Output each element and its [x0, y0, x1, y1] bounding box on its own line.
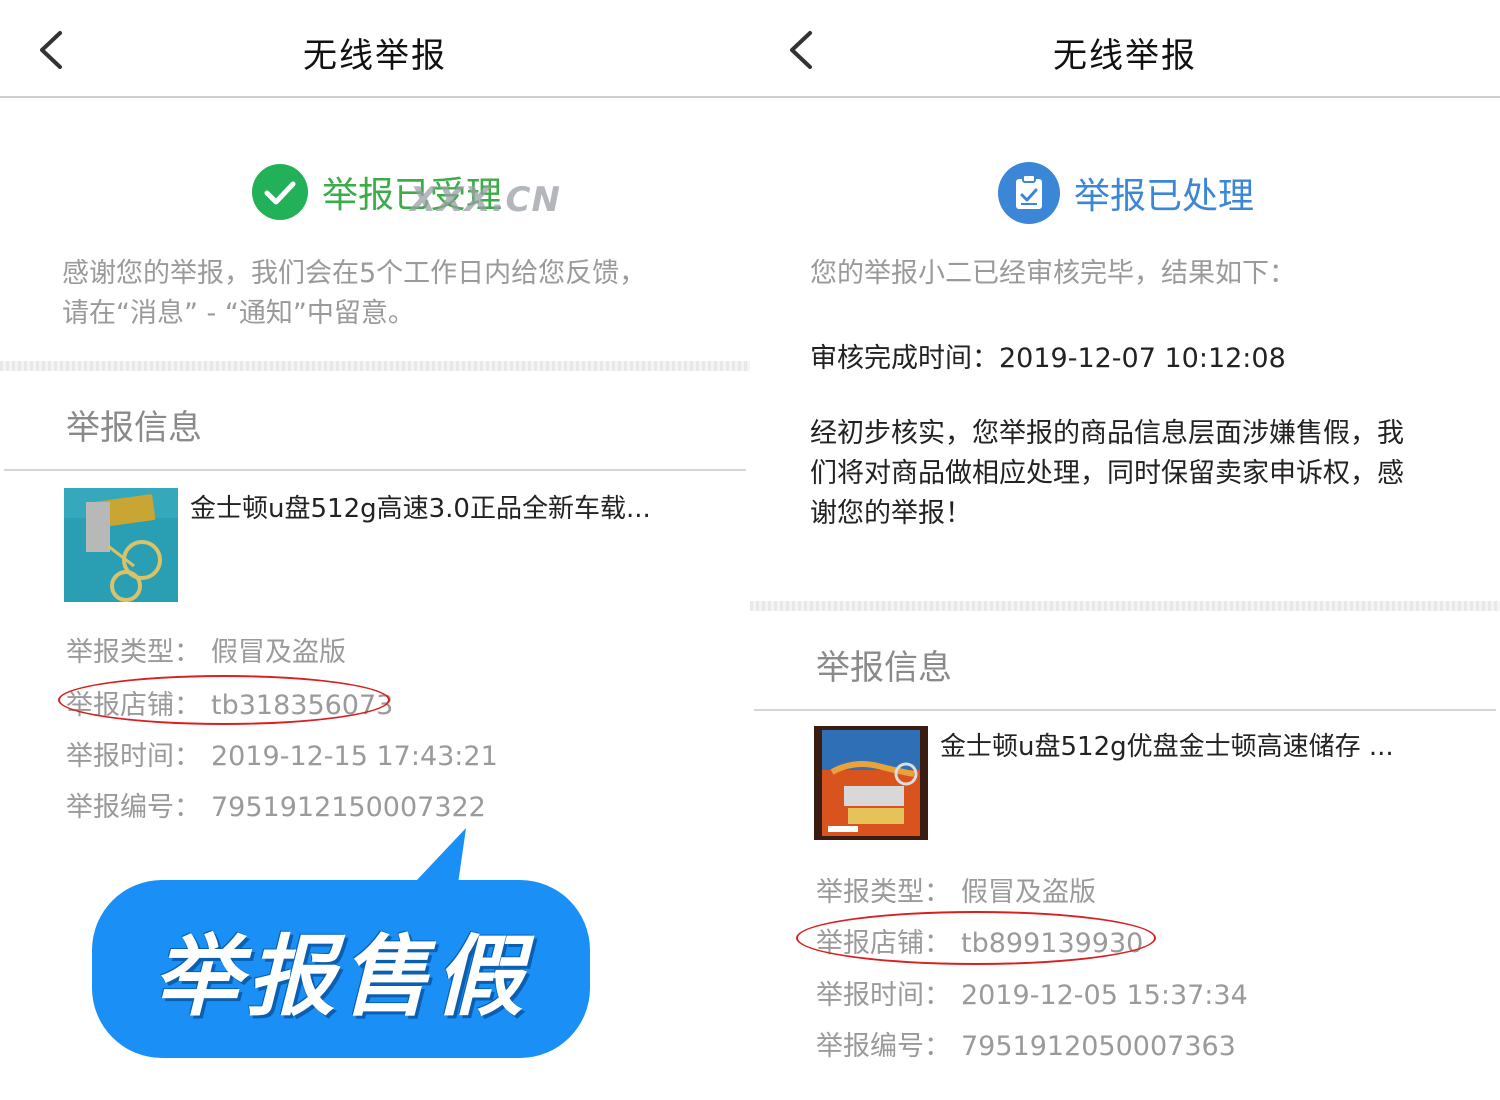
product-title[interactable]: 金士顿u盘512g高速3.0正品全新车载... [190, 488, 651, 525]
review-time: 审核完成时间：2019-12-07 10:12:08 [810, 343, 1286, 374]
report-id-row: 举报编号： 7951912150007322 [66, 785, 486, 824]
nav-bar: 无线举报 [0, 0, 750, 98]
status-text: 举报已处理 [1074, 176, 1255, 217]
check-circle-icon [252, 164, 308, 220]
page-title: 无线举报 [1053, 36, 1197, 76]
review-result-line1: 经初步核实，您举报的商品信息层面涉嫌售假，我 [810, 418, 1404, 449]
review-result: 经初步核实，您举报的商品信息层面涉嫌售假，我 们将对商品做相应处理，同时保留卖家… [810, 414, 1404, 534]
nav-bar: 无线举报 [750, 0, 1500, 98]
section-title: 举报信息 [816, 648, 952, 688]
review-result-line3: 谢您的举报！ [810, 498, 972, 529]
section-rule [4, 469, 746, 471]
report-time-row: 举报时间： 2019-12-15 17:43:21 [66, 734, 498, 773]
report-time-value: 2019-12-05 15:37:34 [961, 980, 1248, 1011]
report-time-label: 举报时间： [816, 980, 951, 1011]
report-id-label: 举报编号： [66, 792, 201, 823]
report-type-label: 举报类型： [816, 877, 951, 908]
section-rule [754, 709, 1496, 711]
report-type-value: 假冒及盗版 [211, 637, 346, 668]
report-id-label: 举报编号： [816, 1031, 951, 1062]
report-type-value: 假冒及盗版 [961, 877, 1096, 908]
section-divider [750, 601, 1500, 611]
report-type-row: 举报类型： 假冒及盗版 [816, 870, 1096, 909]
report-id-row: 举报编号： 7951912050007363 [816, 1024, 1236, 1063]
report-time-label: 举报时间： [66, 741, 201, 772]
report-id-value: 7951912150007322 [211, 792, 486, 823]
review-result-line2: 们将对商品做相应处理，同时保留卖家申诉权，感 [810, 458, 1404, 489]
review-intro: 您的举报小二已经审核完毕，结果如下： [810, 258, 1296, 289]
thanks-note-line2: 请在“消息” - “通知”中留意。 [62, 298, 415, 329]
watermark: XXX.CN [410, 180, 561, 220]
section-title: 举报信息 [66, 408, 202, 448]
page-title: 无线举报 [303, 36, 447, 76]
report-time-row: 举报时间： 2019-12-05 15:37:34 [816, 973, 1248, 1012]
report-id-value: 7951912050007363 [961, 1031, 1236, 1062]
product-thumbnail[interactable] [814, 726, 928, 840]
clipboard-icon [998, 162, 1060, 224]
callout-text: 举报售假 [152, 924, 529, 1028]
shop-highlight-ellipse [58, 675, 390, 725]
status-processed: 举报已处理 [998, 162, 1254, 224]
shop-highlight-ellipse [796, 911, 1156, 965]
section-divider [0, 361, 750, 371]
report-time-value: 2019-12-15 17:43:21 [211, 741, 498, 772]
product-thumbnail[interactable] [64, 488, 178, 602]
right-screen: 无线举报 举报已处理 您的举报小二已经审核完毕，结果如下： 审核完成时间：201… [750, 0, 1500, 1100]
thanks-note-line1: 感谢您的举报，我们会在5个工作日内给您反馈， [62, 258, 647, 289]
left-screen: 无线举报 举报已受理 XXX.CN 感谢您的举报，我们会在5个工作日内给您反馈，… [0, 0, 750, 1100]
product-title[interactable]: 金士顿u盘512g优盘金士顿高速储存 ... [940, 726, 1394, 763]
report-type-label: 举报类型： [66, 637, 201, 668]
report-type-row: 举报类型： 假冒及盗版 [66, 630, 346, 669]
